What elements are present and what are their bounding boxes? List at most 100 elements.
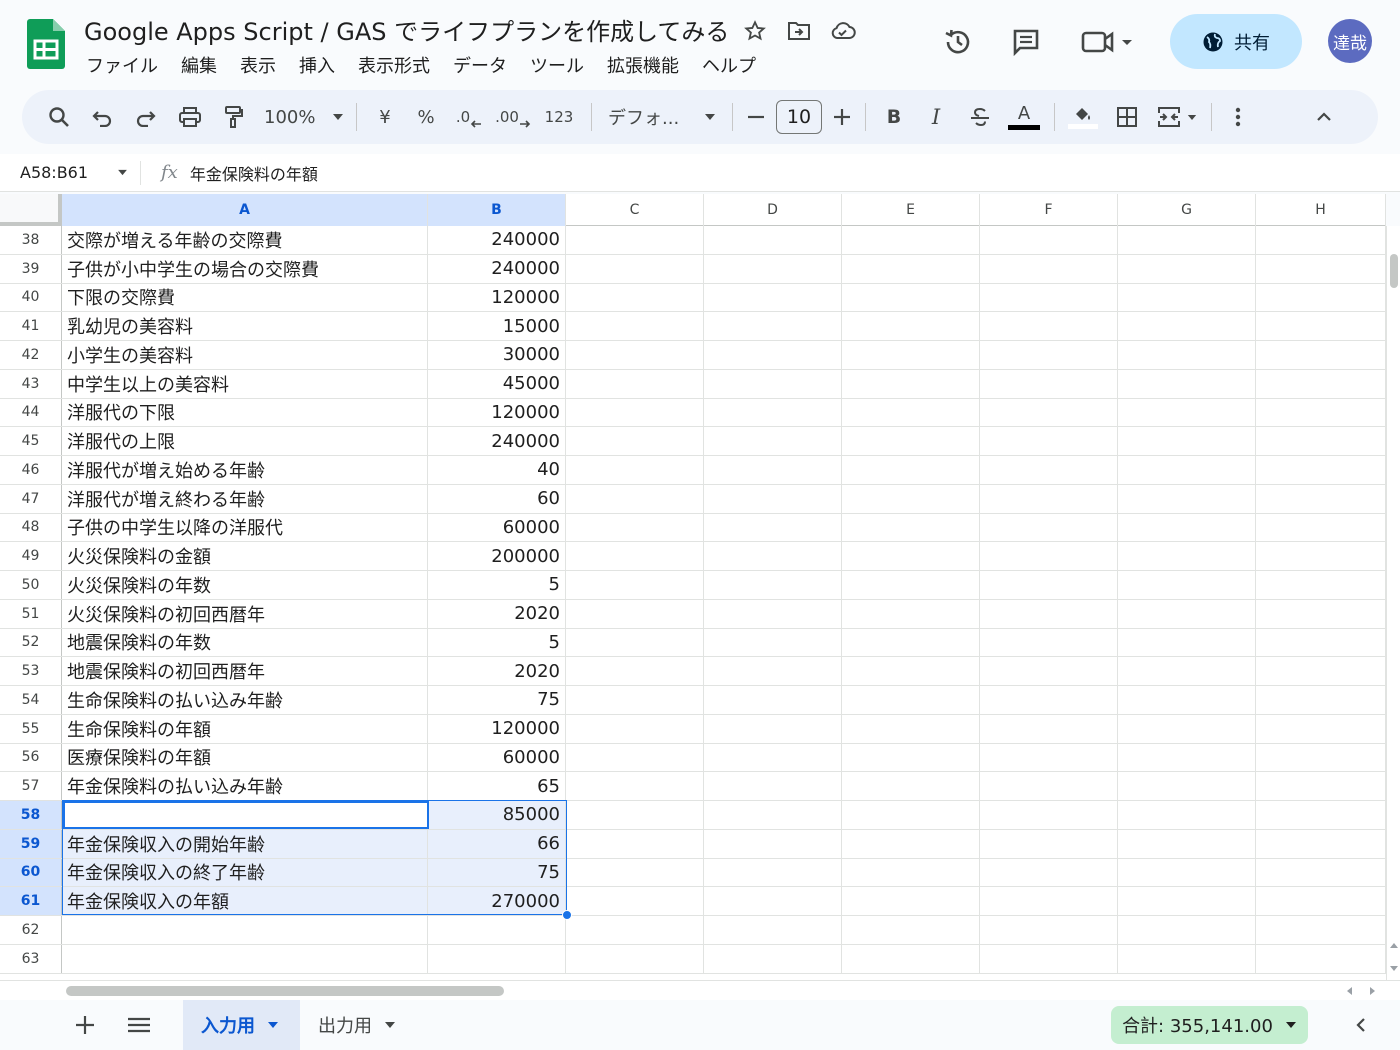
cell-a[interactable]: 火災保険料の年数	[62, 571, 428, 599]
cell-empty[interactable]	[842, 513, 980, 542]
cell-b[interactable]: 270000	[428, 887, 566, 915]
cell-b[interactable]: 5	[428, 628, 566, 657]
row-header[interactable]: 50	[0, 571, 62, 599]
cell-a[interactable]: 洋服代が増え始める年齢	[62, 456, 428, 484]
cell-empty[interactable]	[1256, 944, 1386, 973]
cell-empty[interactable]	[980, 427, 1118, 455]
menu-insert[interactable]: 挿入	[299, 52, 346, 78]
cell-empty[interactable]	[566, 944, 704, 973]
cell-empty[interactable]	[704, 657, 842, 685]
cell-a[interactable]: 子供が小中学生の場合の交際費	[62, 254, 428, 283]
menu-help[interactable]: ヘルプ	[702, 52, 767, 78]
all-sheets-menu-icon[interactable]	[126, 1012, 152, 1038]
cell-empty[interactable]	[842, 427, 980, 455]
row-header[interactable]: 54	[0, 686, 62, 714]
row-header[interactable]: 49	[0, 542, 62, 570]
cell-empty[interactable]	[704, 916, 842, 944]
menu-edit[interactable]: 編集	[181, 52, 228, 78]
cell-empty[interactable]	[1118, 312, 1256, 340]
more-formats-button[interactable]: 123	[535, 99, 583, 135]
search-icon[interactable]	[42, 99, 76, 135]
more-vert-icon[interactable]	[1220, 99, 1256, 135]
cell-empty[interactable]	[1118, 887, 1256, 915]
cell-empty[interactable]	[842, 772, 980, 800]
column-header-h[interactable]: H	[1256, 194, 1386, 226]
row-header[interactable]: 62	[0, 916, 62, 944]
cell-empty[interactable]	[1256, 628, 1386, 657]
cell-empty[interactable]	[1118, 456, 1256, 484]
cell-empty[interactable]	[980, 226, 1118, 254]
cell-empty[interactable]	[842, 714, 980, 743]
cell-empty[interactable]	[1256, 254, 1386, 283]
menu-data[interactable]: データ	[453, 52, 518, 78]
cell-empty[interactable]	[704, 312, 842, 340]
sheet-tab-output[interactable]: 出力用	[300, 1000, 414, 1050]
cell-empty[interactable]	[1256, 542, 1386, 570]
cell-b[interactable]: 120000	[428, 283, 566, 312]
cell-a[interactable]: 地震保険料の年数	[62, 628, 428, 657]
name-box[interactable]: A58:B61	[0, 163, 140, 182]
cell-empty[interactable]	[842, 226, 980, 254]
row-header[interactable]: 53	[0, 657, 62, 685]
fill-handle[interactable]	[562, 910, 572, 920]
cell-empty[interactable]	[842, 829, 980, 858]
cell-empty[interactable]	[1256, 571, 1386, 599]
cell-empty[interactable]	[1256, 686, 1386, 714]
cell-empty[interactable]	[980, 801, 1118, 829]
cell-empty[interactable]	[1118, 858, 1256, 887]
cell-empty[interactable]	[566, 484, 704, 513]
cell-empty[interactable]	[980, 341, 1118, 369]
cell-empty[interactable]	[1256, 513, 1386, 542]
cell-empty[interactable]	[1256, 743, 1386, 772]
cell-empty[interactable]	[1118, 571, 1256, 599]
cell-empty[interactable]	[704, 283, 842, 312]
cell-empty[interactable]	[1118, 916, 1256, 944]
cell-b[interactable]: 65	[428, 772, 566, 800]
cell-a[interactable]	[62, 944, 428, 973]
cell-empty[interactable]	[1256, 312, 1386, 340]
cell-a[interactable]: 年金保険料の年額	[62, 801, 428, 829]
cell-a[interactable]: 年金保険収入の終了年齢	[62, 858, 428, 887]
cell-empty[interactable]	[1256, 772, 1386, 800]
scroll-up-icon[interactable]	[1390, 942, 1398, 948]
cell-empty[interactable]	[704, 743, 842, 772]
cell-a[interactable]: 医療保険料の年額	[62, 743, 428, 772]
cell-b[interactable]: 85000	[428, 801, 566, 829]
column-header-a[interactable]: A	[62, 194, 428, 226]
cell-b[interactable]: 2020	[428, 657, 566, 685]
cell-empty[interactable]	[842, 542, 980, 570]
cell-empty[interactable]	[980, 743, 1118, 772]
comments-icon[interactable]	[998, 14, 1054, 70]
cell-empty[interactable]	[842, 944, 980, 973]
cell-empty[interactable]	[980, 628, 1118, 657]
cell-empty[interactable]	[566, 341, 704, 369]
cell-a[interactable]: 年金保険収入の開始年齢	[62, 829, 428, 858]
cell-empty[interactable]	[980, 456, 1118, 484]
cell-empty[interactable]	[566, 714, 704, 743]
cell-empty[interactable]	[980, 312, 1118, 340]
cell-empty[interactable]	[1256, 456, 1386, 484]
row-header[interactable]: 57	[0, 772, 62, 800]
cell-empty[interactable]	[566, 369, 704, 398]
cell-b[interactable]: 15000	[428, 312, 566, 340]
cell-a[interactable]: 生命保険料の年額	[62, 714, 428, 743]
scroll-down-icon[interactable]	[1390, 966, 1398, 972]
cloud-saved-icon[interactable]	[828, 16, 858, 46]
cell-a[interactable]: 中学生以上の美容料	[62, 369, 428, 398]
cell-empty[interactable]	[704, 858, 842, 887]
formula-input[interactable]: 年金保険料の年額	[190, 161, 318, 185]
font-select[interactable]: デフォ...	[600, 99, 724, 135]
cell-empty[interactable]	[1118, 628, 1256, 657]
cell-a[interactable]: 洋服代が増え終わる年齢	[62, 484, 428, 513]
print-icon[interactable]	[168, 99, 212, 135]
cell-empty[interactable]	[980, 484, 1118, 513]
cell-empty[interactable]	[704, 599, 842, 628]
meet-call-icon[interactable]	[1074, 14, 1144, 70]
cell-a[interactable]: 交際が増える年齢の交際費	[62, 226, 428, 254]
font-size-input[interactable]: 10	[776, 100, 822, 134]
cell-b[interactable]: 240000	[428, 427, 566, 455]
cell-a[interactable]: 年金保険収入の年額	[62, 887, 428, 915]
cell-empty[interactable]	[1118, 254, 1256, 283]
row-header[interactable]: 48	[0, 513, 62, 542]
column-header-b[interactable]: B	[428, 194, 566, 226]
